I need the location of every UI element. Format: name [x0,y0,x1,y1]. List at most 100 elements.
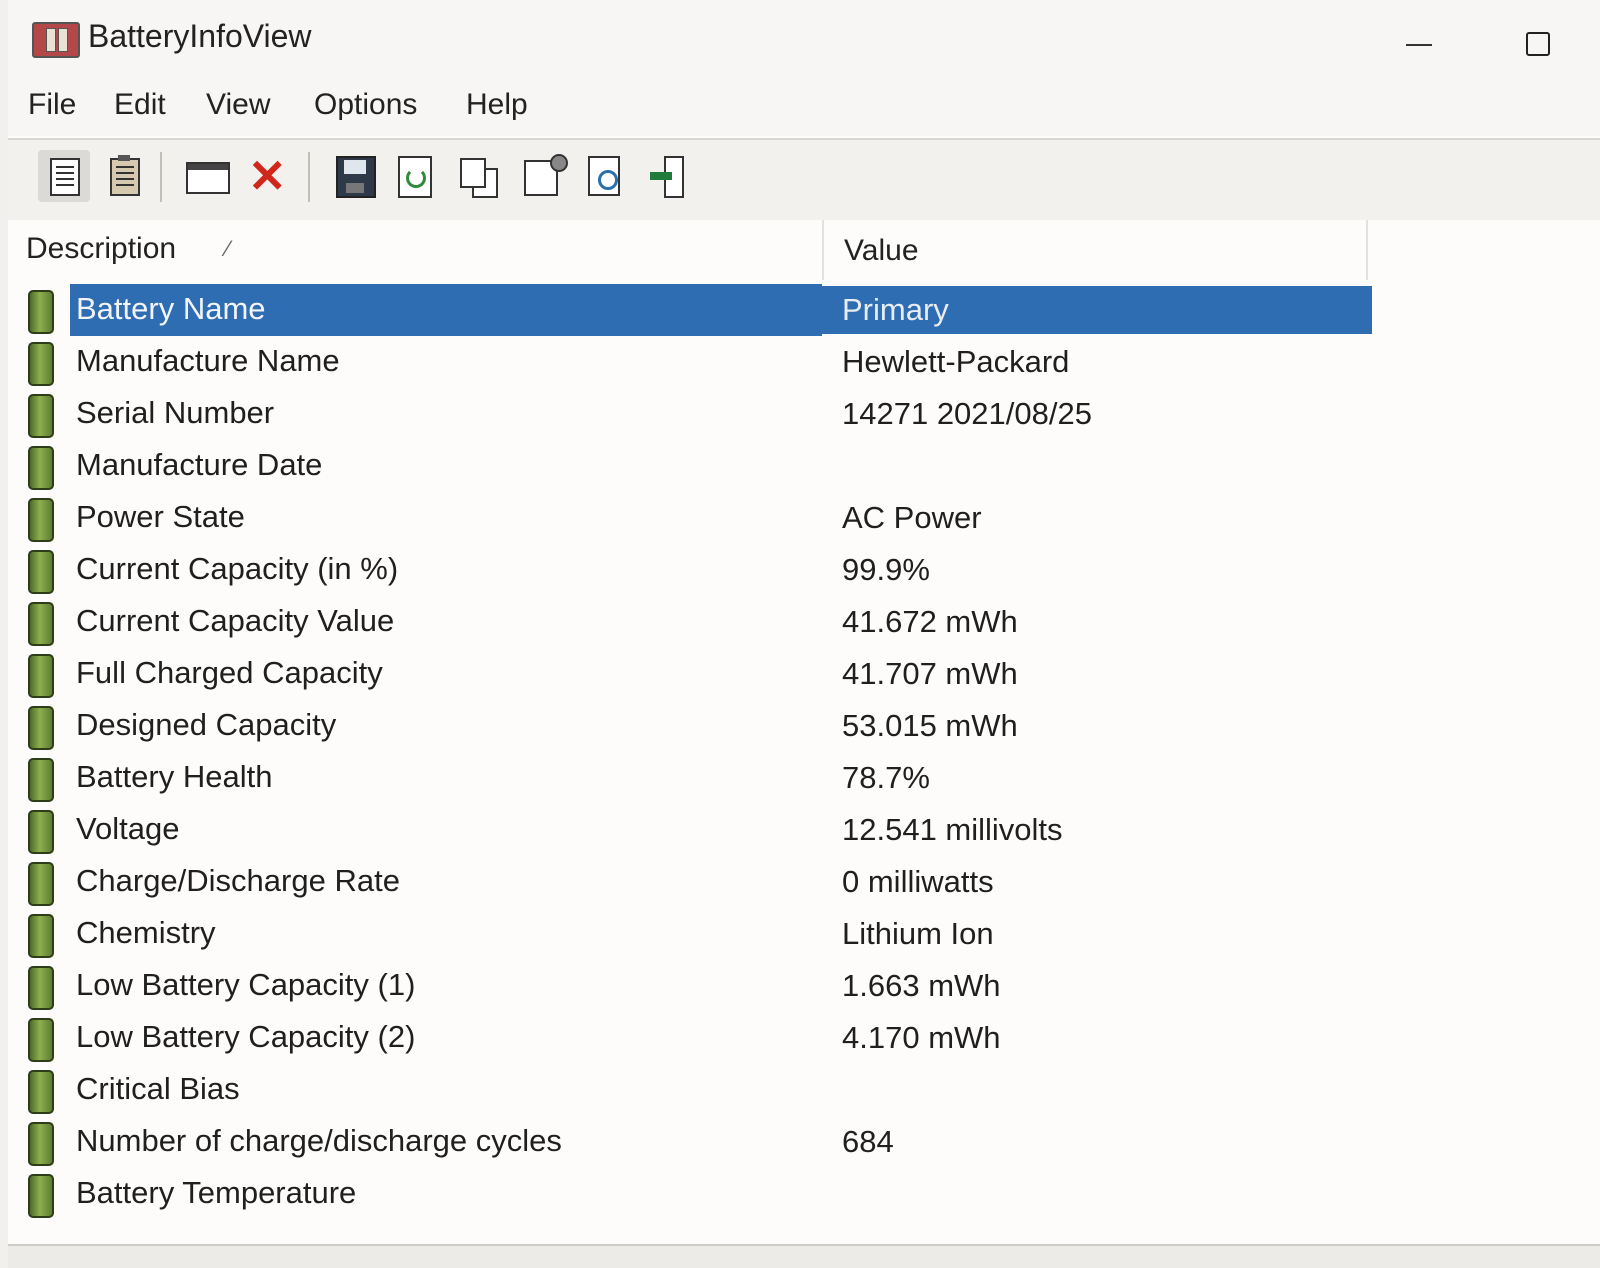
item-value: AC Power [842,500,982,535]
maximize-button[interactable] [1518,22,1558,62]
item-value: 14271 2021/08/25 [842,396,1092,431]
list-item[interactable]: Designed Capacity 53.015 mWh [18,700,1378,752]
battery-icon [28,914,54,958]
list-item[interactable]: Low Battery Capacity (1) 1.663 mWh [18,960,1378,1012]
list-item[interactable]: Manufacture Date [18,440,1378,492]
item-value: Lithium Ion [842,916,994,951]
item-description: Charge/Discharge Rate [76,863,400,898]
exit-button[interactable] [642,150,694,202]
battery-app-icon [32,22,80,58]
column-header-description-label: Description [26,232,177,265]
minimize-button[interactable] [1400,22,1440,62]
battery-icon [28,758,54,802]
battery-info-list[interactable]: Description ⁄ Value Battery Name Primary M… [8,220,1600,1268]
item-description: Chemistry [76,915,216,950]
item-description: Critical Bias [76,1071,240,1106]
list-item[interactable]: Battery Name Primary [18,284,1378,336]
battery-icon [28,1018,54,1062]
column-header-value-label: Value [844,234,919,267]
item-description: Low Battery Capacity (2) [76,1019,416,1054]
list-item[interactable]: Manufacture Name Hewlett-Packard [18,336,1378,388]
list-item[interactable]: Current Capacity Value 41.672 mWh [18,596,1378,648]
window-icon [186,162,230,194]
list-item[interactable]: Battery Health 78.7% [18,752,1378,804]
copy-button[interactable] [454,150,506,202]
list-item[interactable]: Charge/Discharge Rate 0 milliwatts [18,856,1378,908]
html-report-button[interactable] [38,150,90,202]
list-item[interactable]: Power State AC Power [18,492,1378,544]
app-window: BatteryInfoView File Edit View Options H… [8,0,1600,1268]
item-description: Current Capacity Value [76,603,395,638]
battery-icon [28,966,54,1010]
menu-bar: File Edit View Options Help [8,80,1600,136]
battery-icon [28,1122,54,1166]
properties-button[interactable] [516,150,568,202]
column-header-value[interactable]: Value [822,220,1368,280]
item-description: Battery Name [70,284,822,336]
battery-icon [28,602,54,646]
battery-icon [28,342,54,386]
list-item[interactable]: Voltage 12.541 millivolts [18,804,1378,856]
menu-options[interactable]: Options [308,88,423,122]
window-button[interactable] [180,150,232,202]
item-value: Primary [842,292,949,327]
item-description: Power State [76,499,245,534]
list-item[interactable]: Serial Number 14271 2021/08/25 [18,388,1378,440]
item-description: Full Charged Capacity [76,655,383,690]
battery-icon [28,1070,54,1114]
refresh-button[interactable] [390,150,442,202]
battery-icon [28,498,54,542]
list-item[interactable]: Critical Bias [18,1064,1378,1116]
item-value: 41.707 mWh [842,656,1018,691]
battery-icon [28,654,54,698]
menu-view[interactable]: View [200,88,276,122]
item-value: 4.170 mWh [842,1020,1001,1055]
save-button[interactable] [328,150,380,202]
toolbar: ✕ [8,138,1600,222]
find-button[interactable] [580,150,632,202]
list-item[interactable]: Current Capacity (in %) 99.9% [18,544,1378,596]
battery-icon [28,290,54,334]
item-description: Current Capacity (in %) [76,551,399,586]
item-value: 78.7% [842,760,930,795]
list-item[interactable]: Low Battery Capacity (2) 4.170 mWh [18,1012,1378,1064]
battery-icon [28,1174,54,1218]
battery-icon [28,394,54,438]
exit-icon [650,156,684,198]
list-item[interactable]: Number of charge/discharge cycles 684 [18,1116,1378,1168]
menu-file[interactable]: File [22,88,82,122]
item-description: Battery Temperature [76,1175,357,1210]
list-item[interactable]: Chemistry Lithium Ion [18,908,1378,960]
column-header-description[interactable]: Description ⁄ [8,220,820,280]
item-description: Low Battery Capacity (1) [76,967,416,1002]
item-value: 12.541 millivolts [842,812,1063,847]
delete-icon: ✕ [248,150,287,202]
save-icon [336,156,376,198]
item-description: Designed Capacity [76,707,337,742]
status-bar [8,1244,1600,1268]
item-value: 1.663 mWh [842,968,1001,1003]
battery-icon [28,862,54,906]
list-item[interactable]: Full Charged Capacity 41.707 mWh [18,648,1378,700]
item-value: 99.9% [842,552,930,587]
item-value: 0 milliwatts [842,864,994,899]
menu-edit[interactable]: Edit [108,88,172,122]
list-rows: Battery Name Primary Manufacture Name Hewle… [18,284,1378,1220]
item-description: Manufacture Name [76,343,340,378]
clipboard-icon [110,155,140,196]
battery-icon [28,706,54,750]
title-bar[interactable]: BatteryInfoView [8,0,1600,80]
item-value: 684 [842,1124,894,1159]
item-description: Serial Number [76,395,275,430]
clipboard-button[interactable] [98,150,150,202]
battery-icon [28,550,54,594]
properties-icon [524,154,568,196]
sort-indicator-icon: ⁄ [226,236,230,261]
refresh-icon [398,156,432,198]
window-title: BatteryInfoView [88,18,312,54]
item-description: Manufacture Date [76,447,323,482]
menu-help[interactable]: Help [460,88,534,122]
list-item[interactable]: Battery Temperature [18,1168,1378,1220]
item-value: Hewlett-Packard [842,344,1070,379]
delete-button[interactable]: ✕ [244,150,296,202]
